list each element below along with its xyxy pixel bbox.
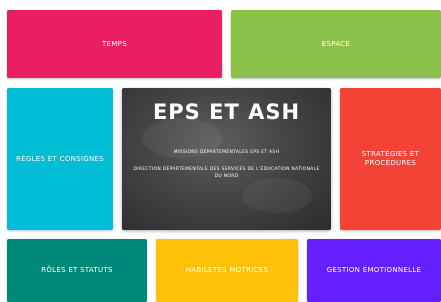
tile-temps-label: TEMPS <box>102 39 127 48</box>
center-title: EPS ET ASH <box>152 100 301 124</box>
tile-espace-label: ESPACE <box>321 39 351 48</box>
center-subtitle-missions: MISSIONS DÉPARTEMENTALES EPS ET ASH <box>173 150 280 155</box>
tile-habiletes-label: HABILETÉS MOTRICES <box>185 266 269 274</box>
tile-gestion-emotionnelle[interactable]: GESTION ÉMOTIONNELLE <box>307 239 441 302</box>
tile-temps[interactable]: TEMPS <box>7 10 222 78</box>
tile-regles-label: RÈGLES ET CONSIGNES <box>16 154 104 163</box>
tile-regles-et-consignes[interactable]: RÈGLES ET CONSIGNES <box>7 88 113 230</box>
center-subtitle-direction: DIRECTION DÉPARTEMENTALE DES SERVICES DE… <box>133 167 320 179</box>
tile-gestion-label: GESTION ÉMOTIONNELLE <box>326 266 422 274</box>
tile-espace[interactable]: ESPACE <box>231 10 441 78</box>
tile-strategies-label: STRATÉGIES ET PROCÉDURES <box>361 150 420 167</box>
tile-habiletes-motrices[interactable]: HABILETÉS MOTRICES <box>156 239 298 302</box>
chalk-smudge <box>242 178 312 213</box>
tile-strategies-et-procedures[interactable]: STRATÉGIES ET PROCÉDURES <box>340 88 441 230</box>
center-chalkboard-banner: EPS ET ASH MISSIONS DÉPARTEMENTALES EPS … <box>122 88 331 230</box>
tile-roles-label: RÔLES ET STATUTS <box>41 266 113 274</box>
tile-roles-et-statuts[interactable]: RÔLES ET STATUTS <box>7 239 147 302</box>
